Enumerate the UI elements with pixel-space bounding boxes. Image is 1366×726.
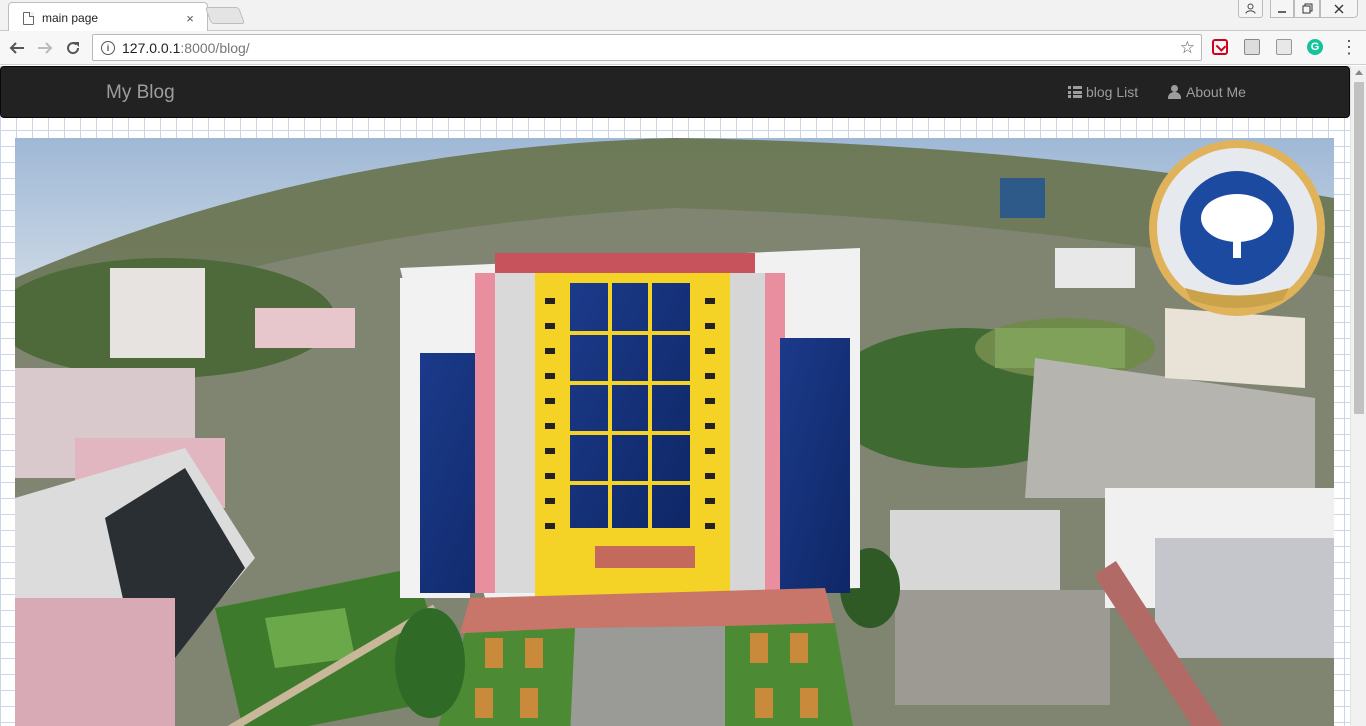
forward-arrow-icon[interactable] bbox=[34, 37, 56, 59]
bookmark-star-icon[interactable]: ☆ bbox=[1180, 38, 1195, 58]
menu-kebab-icon[interactable]: ⋮ bbox=[1340, 37, 1358, 58]
srm-university-logo bbox=[1149, 140, 1325, 316]
minimize-icon[interactable] bbox=[1270, 0, 1294, 18]
pocket-extension-icon[interactable] bbox=[1212, 39, 1228, 55]
restore-icon[interactable] bbox=[1294, 0, 1320, 18]
nav-blog-list-label: blog List bbox=[1086, 84, 1139, 100]
hero-campus-photo bbox=[15, 138, 1334, 726]
site-navbar: My Blog blog List About Me bbox=[0, 66, 1350, 118]
clipboard-extension-icon[interactable] bbox=[1244, 39, 1260, 55]
url-text: 127.0.0.1:8000/blog/ bbox=[122, 39, 250, 56]
back-arrow-icon[interactable] bbox=[6, 37, 28, 59]
profile-icon[interactable] bbox=[1238, 0, 1263, 18]
nav-blog-list-link[interactable]: blog List bbox=[1068, 84, 1138, 100]
close-tab-icon[interactable]: × bbox=[183, 11, 197, 26]
page-icon bbox=[23, 11, 34, 25]
new-tab-button[interactable] bbox=[204, 7, 246, 24]
user-icon bbox=[1168, 85, 1181, 99]
info-icon[interactable]: i bbox=[101, 40, 115, 55]
browser-tab[interactable]: main page × bbox=[8, 2, 208, 31]
browser-toolbar: i 127.0.0.1:8000/blog/ ☆ G ⋮ bbox=[0, 31, 1366, 65]
reload-icon[interactable] bbox=[62, 37, 84, 59]
nav-about-me-link[interactable]: About Me bbox=[1168, 84, 1246, 100]
page-content: My Blog blog List About Me bbox=[0, 66, 1350, 726]
page-scrollbar[interactable] bbox=[1350, 66, 1366, 726]
scrollbar-thumb[interactable] bbox=[1354, 82, 1364, 414]
grammarly-extension-icon[interactable]: G bbox=[1307, 39, 1323, 55]
scroll-up-arrow-icon[interactable] bbox=[1355, 70, 1363, 75]
address-bar[interactable]: i 127.0.0.1:8000/blog/ ☆ bbox=[92, 34, 1202, 61]
browser-tab-strip: main page × bbox=[0, 0, 1366, 31]
cube-extension-icon[interactable] bbox=[1276, 39, 1292, 55]
close-window-icon[interactable] bbox=[1320, 0, 1358, 18]
tab-title: main page bbox=[42, 11, 99, 25]
list-icon bbox=[1068, 86, 1082, 98]
brand-link[interactable]: My Blog bbox=[106, 82, 175, 104]
nav-about-me-label: About Me bbox=[1186, 84, 1246, 100]
